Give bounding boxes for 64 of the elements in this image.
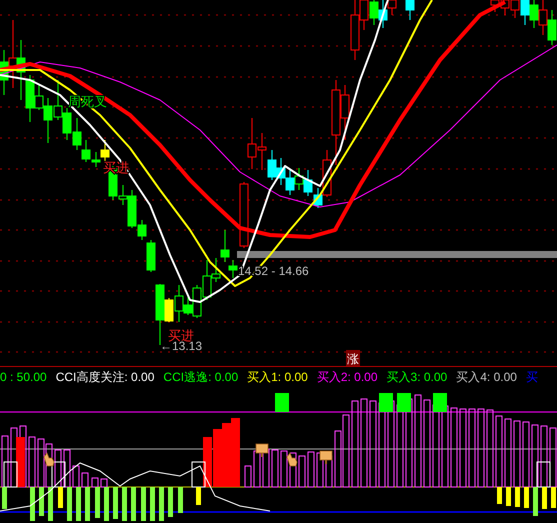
signal-label: 买进 <box>168 328 194 343</box>
signal-block <box>397 393 411 412</box>
candlestick <box>530 0 538 28</box>
candlestick <box>248 118 256 170</box>
legend-value: 买入4: 0.00 <box>456 370 517 382</box>
histogram-bar <box>231 418 240 487</box>
signal-block <box>275 393 289 412</box>
candlestick <box>258 132 266 170</box>
outline-bar <box>536 462 550 488</box>
outline-bar <box>52 462 66 488</box>
candlestick <box>500 0 510 16</box>
candlestick <box>490 0 500 12</box>
legend-value: CCI高度关注: 0.00 <box>56 370 154 382</box>
pointing-hand-icon <box>286 452 298 466</box>
signpost-icon <box>256 444 268 457</box>
histogram-bar <box>203 437 212 487</box>
histogram-bar <box>254 450 260 488</box>
histogram-bar <box>131 487 136 521</box>
histogram-bar <box>298 456 306 488</box>
candlestick <box>276 158 286 186</box>
candlestick <box>16 40 26 100</box>
histogram-bar <box>213 429 222 487</box>
legend-value: 0 : 50.00 <box>0 370 47 382</box>
histogram-bar <box>168 487 173 517</box>
pointing-hand-icon <box>44 452 54 466</box>
histogram-bar <box>316 452 324 488</box>
legend-value: CCI逃逸: 0.00 <box>163 370 238 382</box>
candlestick <box>510 0 520 18</box>
candlestick <box>268 150 276 180</box>
candlestick <box>294 168 304 190</box>
histogram-bar <box>16 437 25 487</box>
histogram-bar <box>196 487 201 505</box>
candlestick <box>286 170 294 196</box>
outline-bar <box>4 462 18 488</box>
histogram-bar <box>244 466 252 488</box>
histogram-bar <box>308 452 314 488</box>
candlestick <box>62 108 72 140</box>
histogram-bar <box>122 487 127 521</box>
signpost-icon <box>320 450 332 464</box>
legend-value: 买 <box>526 370 538 382</box>
histogram-bar <box>159 487 164 521</box>
histogram-bar <box>262 448 270 488</box>
rise-badge: 涨 <box>346 350 360 366</box>
candlestick <box>538 0 548 36</box>
histogram-bar <box>290 452 296 488</box>
histogram-bar <box>150 487 155 521</box>
candlestick <box>520 0 530 26</box>
outline-bar <box>192 462 206 488</box>
legend-value: 买入2: 0.00 <box>316 370 378 382</box>
histogram-bar <box>178 487 183 513</box>
histogram-bar <box>113 487 118 519</box>
legend-value: 买入3: 0.00 <box>386 370 448 382</box>
signal-block <box>379 393 393 412</box>
histogram-bar <box>141 487 146 521</box>
legend-value: 买入1: 0.00 <box>247 370 308 382</box>
candlestick <box>54 80 62 120</box>
histogram-bar <box>280 450 288 488</box>
signal-block <box>433 393 447 412</box>
candlestick <box>240 182 248 248</box>
candlestick <box>370 0 378 26</box>
histogram-bar <box>272 450 278 488</box>
candlestick <box>548 10 556 46</box>
candlestick <box>406 0 414 20</box>
candlestick <box>304 170 312 196</box>
